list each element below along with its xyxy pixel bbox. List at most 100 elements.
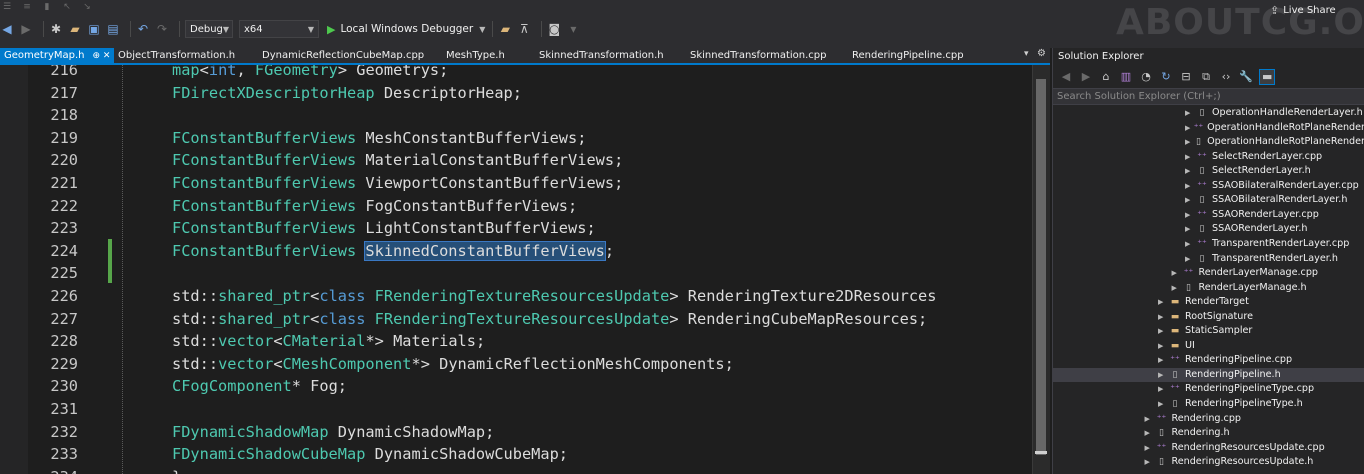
code-line[interactable]: 231 bbox=[0, 398, 1032, 420]
tab-skinnedtransformation-h[interactable]: SkinnedTransformation.h bbox=[539, 48, 664, 63]
code-line[interactable]: 232 FDynamicShadowMap DynamicShadowMap; bbox=[0, 421, 1032, 443]
tree-file[interactable]: ▶ ⁺⁺ SSAOBilateralRenderLayer.cpp bbox=[1053, 179, 1364, 193]
properties-icon[interactable]: 🔧 bbox=[1239, 69, 1253, 85]
code-text[interactable]: std::shared_ptr<class FRenderingTextureR… bbox=[172, 308, 927, 330]
code-line[interactable]: 221 FConstantBufferViews ViewportConstant… bbox=[0, 172, 1032, 194]
expand-arrow-icon[interactable]: ▶ bbox=[1185, 222, 1195, 236]
code-line[interactable]: 233 FDynamicShadowCubeMap DynamicShadowCu… bbox=[0, 443, 1032, 465]
back-icon[interactable]: ◀ bbox=[0, 21, 14, 37]
tab-skinnedtransformation-cpp[interactable]: SkinnedTransformation.cpp bbox=[690, 48, 827, 63]
tree-file[interactable]: ▶ ⁺⁺ TransparentRenderLayer.cpp bbox=[1053, 237, 1364, 251]
undo-icon[interactable]: ↶ bbox=[136, 21, 150, 37]
code-line[interactable]: 225 bbox=[0, 262, 1032, 284]
back-icon[interactable]: ◀ bbox=[1059, 69, 1073, 85]
code-line[interactable]: 228 std::vector<CMaterial*> Materials; bbox=[0, 330, 1032, 352]
code-text[interactable]: FConstantBufferViews LightConstantBuffer… bbox=[172, 217, 596, 239]
expand-arrow-icon[interactable]: ▶ bbox=[1158, 397, 1168, 411]
tab-objecttransformation-h[interactable]: ObjectTransformation.h bbox=[118, 48, 235, 63]
expand-arrow-icon[interactable]: ▶ bbox=[1158, 382, 1168, 396]
camera-icon[interactable]: ◙ bbox=[547, 21, 561, 37]
tree-file[interactable]: ▶ ▯ RenderingResourcesUpdate.h bbox=[1053, 455, 1364, 469]
code-text[interactable]: std::vector<CMaterial*> Materials; bbox=[172, 330, 485, 352]
tree-file[interactable]: ▶ ⁺⁺ SelectRenderLayer.cpp bbox=[1053, 150, 1364, 164]
code-text[interactable]: map<int, FGeometry> Geometrys; bbox=[172, 65, 448, 81]
expand-arrow-icon[interactable]: ▶ bbox=[1172, 281, 1182, 295]
code-line[interactable]: 224 FConstantBufferViews SkinnedConstantB… bbox=[0, 240, 1032, 262]
sync-icon[interactable]: ↻ bbox=[1159, 69, 1173, 85]
tree-file[interactable]: ▶ ⁺⁺ RenderingPipelineType.cpp bbox=[1053, 382, 1364, 396]
open-folder-icon[interactable]: ▰ bbox=[68, 21, 82, 37]
code-text[interactable]: FConstantBufferViews FogConstantBufferVi… bbox=[172, 195, 577, 217]
tree-file[interactable]: ▶ ▯ OperationHandleRenderLayer.h bbox=[1053, 106, 1364, 120]
collapse-all-icon[interactable]: ⊟ bbox=[1179, 69, 1193, 85]
code-line[interactable]: 227 std::shared_ptr<class FRenderingTextu… bbox=[0, 308, 1032, 330]
code-text[interactable]: FConstantBufferViews MeshConstantBufferV… bbox=[172, 127, 586, 149]
code-editor[interactable]: 216 map<int, FGeometry> Geometrys; 217 FDir… bbox=[0, 65, 1050, 474]
expand-arrow-icon[interactable]: ▶ bbox=[1145, 455, 1155, 469]
code-view-icon[interactable]: ‹› bbox=[1219, 69, 1233, 85]
tree-file[interactable]: ▶ ⁺⁺ SSAORenderLayer.cpp bbox=[1053, 208, 1364, 222]
gear-icon[interactable]: ⚙ bbox=[1037, 48, 1046, 59]
code-line[interactable]: 229 std::vector<CMeshComponent*> DynamicR… bbox=[0, 353, 1032, 375]
tree-file[interactable]: ▶ ▯ SSAOBilateralRenderLayer.h bbox=[1053, 193, 1364, 207]
tab-list-icon[interactable]: ▾ bbox=[1024, 49, 1029, 59]
code-text[interactable]: FConstantBufferViews MaterialConstantBuf… bbox=[172, 149, 623, 171]
expand-arrow-icon[interactable]: ▶ bbox=[1185, 252, 1195, 266]
expand-arrow-icon[interactable]: ▶ bbox=[1158, 368, 1168, 382]
expand-arrow-icon[interactable]: ▶ bbox=[1145, 441, 1155, 455]
solution-search-input[interactable]: Search Solution Explorer (Ctrl+;) bbox=[1053, 88, 1364, 105]
tab-renderingpipeline-cpp[interactable]: RenderingPipeline.cpp bbox=[852, 48, 964, 63]
tree-file[interactable]: ▶ ⁺⁺ RenderingResourcesUpdate.cpp bbox=[1053, 441, 1364, 455]
tree-folder[interactable]: ▶ ▬ UI bbox=[1053, 339, 1364, 353]
new-project-icon[interactable]: ✱ bbox=[49, 21, 63, 37]
code-text[interactable]: FDynamicShadowMap DynamicShadowMap; bbox=[172, 421, 494, 443]
code-text[interactable]: FConstantBufferViews ViewportConstantBuf… bbox=[172, 172, 623, 194]
code-line[interactable]: 220 FConstantBufferViews MaterialConstant… bbox=[0, 149, 1032, 171]
menu-icon[interactable]: ☰ bbox=[0, 1, 14, 13]
expand-arrow-icon[interactable]: ▶ bbox=[1185, 135, 1193, 149]
expand-arrow-icon[interactable]: ▶ bbox=[1172, 266, 1182, 280]
expand-arrow-icon[interactable]: ▶ bbox=[1185, 237, 1195, 251]
tree-file[interactable]: ▶ ▯ RenderingPipeline.h bbox=[1053, 367, 1364, 382]
code-text[interactable]: FConstantBufferViews SkinnedConstantBuff… bbox=[172, 240, 614, 262]
selected-text[interactable]: SkinnedConstantBufferViews bbox=[364, 240, 606, 261]
tree-file[interactable]: ▶ ▯ RenderingPipelineType.h bbox=[1053, 397, 1364, 411]
bookmark-next-icon[interactable]: ↘ bbox=[80, 1, 94, 13]
comment-icon[interactable]: ≡ bbox=[20, 1, 34, 13]
tree-file[interactable]: ▶ ⁺⁺ Rendering.cpp bbox=[1053, 412, 1364, 426]
tree-file[interactable]: ▶ ▯ RenderLayerManage.h bbox=[1053, 281, 1364, 295]
folder-icon[interactable]: ▰ bbox=[498, 21, 512, 37]
expand-arrow-icon[interactable]: ▶ bbox=[1185, 193, 1195, 207]
pin-icon[interactable]: ⊼ bbox=[517, 21, 531, 37]
forward-icon[interactable]: ▶ bbox=[1079, 69, 1093, 85]
code-text[interactable]: }; bbox=[172, 466, 190, 474]
code-text[interactable]: std::vector<CMeshComponent*> DynamicRefl… bbox=[172, 353, 734, 375]
expand-arrow-icon[interactable]: ▶ bbox=[1185, 121, 1193, 135]
tab-pin-close-icon[interactable]: ⊕ ✕ bbox=[92, 51, 110, 61]
tab-dynamicreflectioncubemap-cpp[interactable]: DynamicReflectionCubeMap.cpp bbox=[262, 48, 424, 63]
tree-file[interactable]: ▶ ⁺⁺ OperationHandleRotPlaneRender bbox=[1053, 121, 1364, 135]
tree-file[interactable]: ▶ ▯ OperationHandleRotPlaneRender bbox=[1053, 135, 1364, 149]
code-line[interactable]: 234}; bbox=[0, 466, 1032, 474]
tree-file[interactable]: ▶ ▯ Rendering.h bbox=[1053, 426, 1364, 440]
code-line[interactable]: 222 FConstantBufferViews FogConstantBuffe… bbox=[0, 195, 1032, 217]
expand-arrow-icon[interactable]: ▶ bbox=[1158, 310, 1168, 324]
scrollbar-thumb[interactable] bbox=[1036, 79, 1046, 455]
code-line[interactable]: 218 bbox=[0, 104, 1032, 126]
code-text[interactable]: std::shared_ptr<class FRenderingTextureR… bbox=[172, 285, 936, 307]
tab-geometrymap-h[interactable]: GeometryMap.h ⊕ ✕ bbox=[0, 48, 115, 63]
code-line[interactable]: 230 CFogComponent* Fog; bbox=[0, 375, 1032, 397]
code-line[interactable]: 216 map<int, FGeometry> Geometrys; bbox=[0, 65, 1032, 81]
vertical-scrollbar[interactable] bbox=[1032, 65, 1050, 474]
forward-icon[interactable]: ▶ bbox=[19, 21, 33, 37]
tree-file[interactable]: ▶ ▯ SSAORenderLayer.h bbox=[1053, 222, 1364, 236]
preview-selected-icon[interactable]: ▬ bbox=[1259, 69, 1276, 85]
code-line[interactable]: 217 FDirectXDescriptorHeap DescriptorHeap… bbox=[0, 82, 1032, 104]
expand-arrow-icon[interactable]: ▶ bbox=[1185, 106, 1195, 120]
overflow-icon[interactable]: ▾ bbox=[566, 21, 580, 37]
expand-arrow-icon[interactable]: ▶ bbox=[1185, 208, 1195, 222]
home-icon[interactable]: ⌂ bbox=[1099, 69, 1113, 85]
expand-arrow-icon[interactable]: ▶ bbox=[1185, 164, 1195, 178]
expand-arrow-icon[interactable]: ▶ bbox=[1158, 295, 1168, 309]
expand-arrow-icon[interactable]: ▶ bbox=[1145, 426, 1155, 440]
